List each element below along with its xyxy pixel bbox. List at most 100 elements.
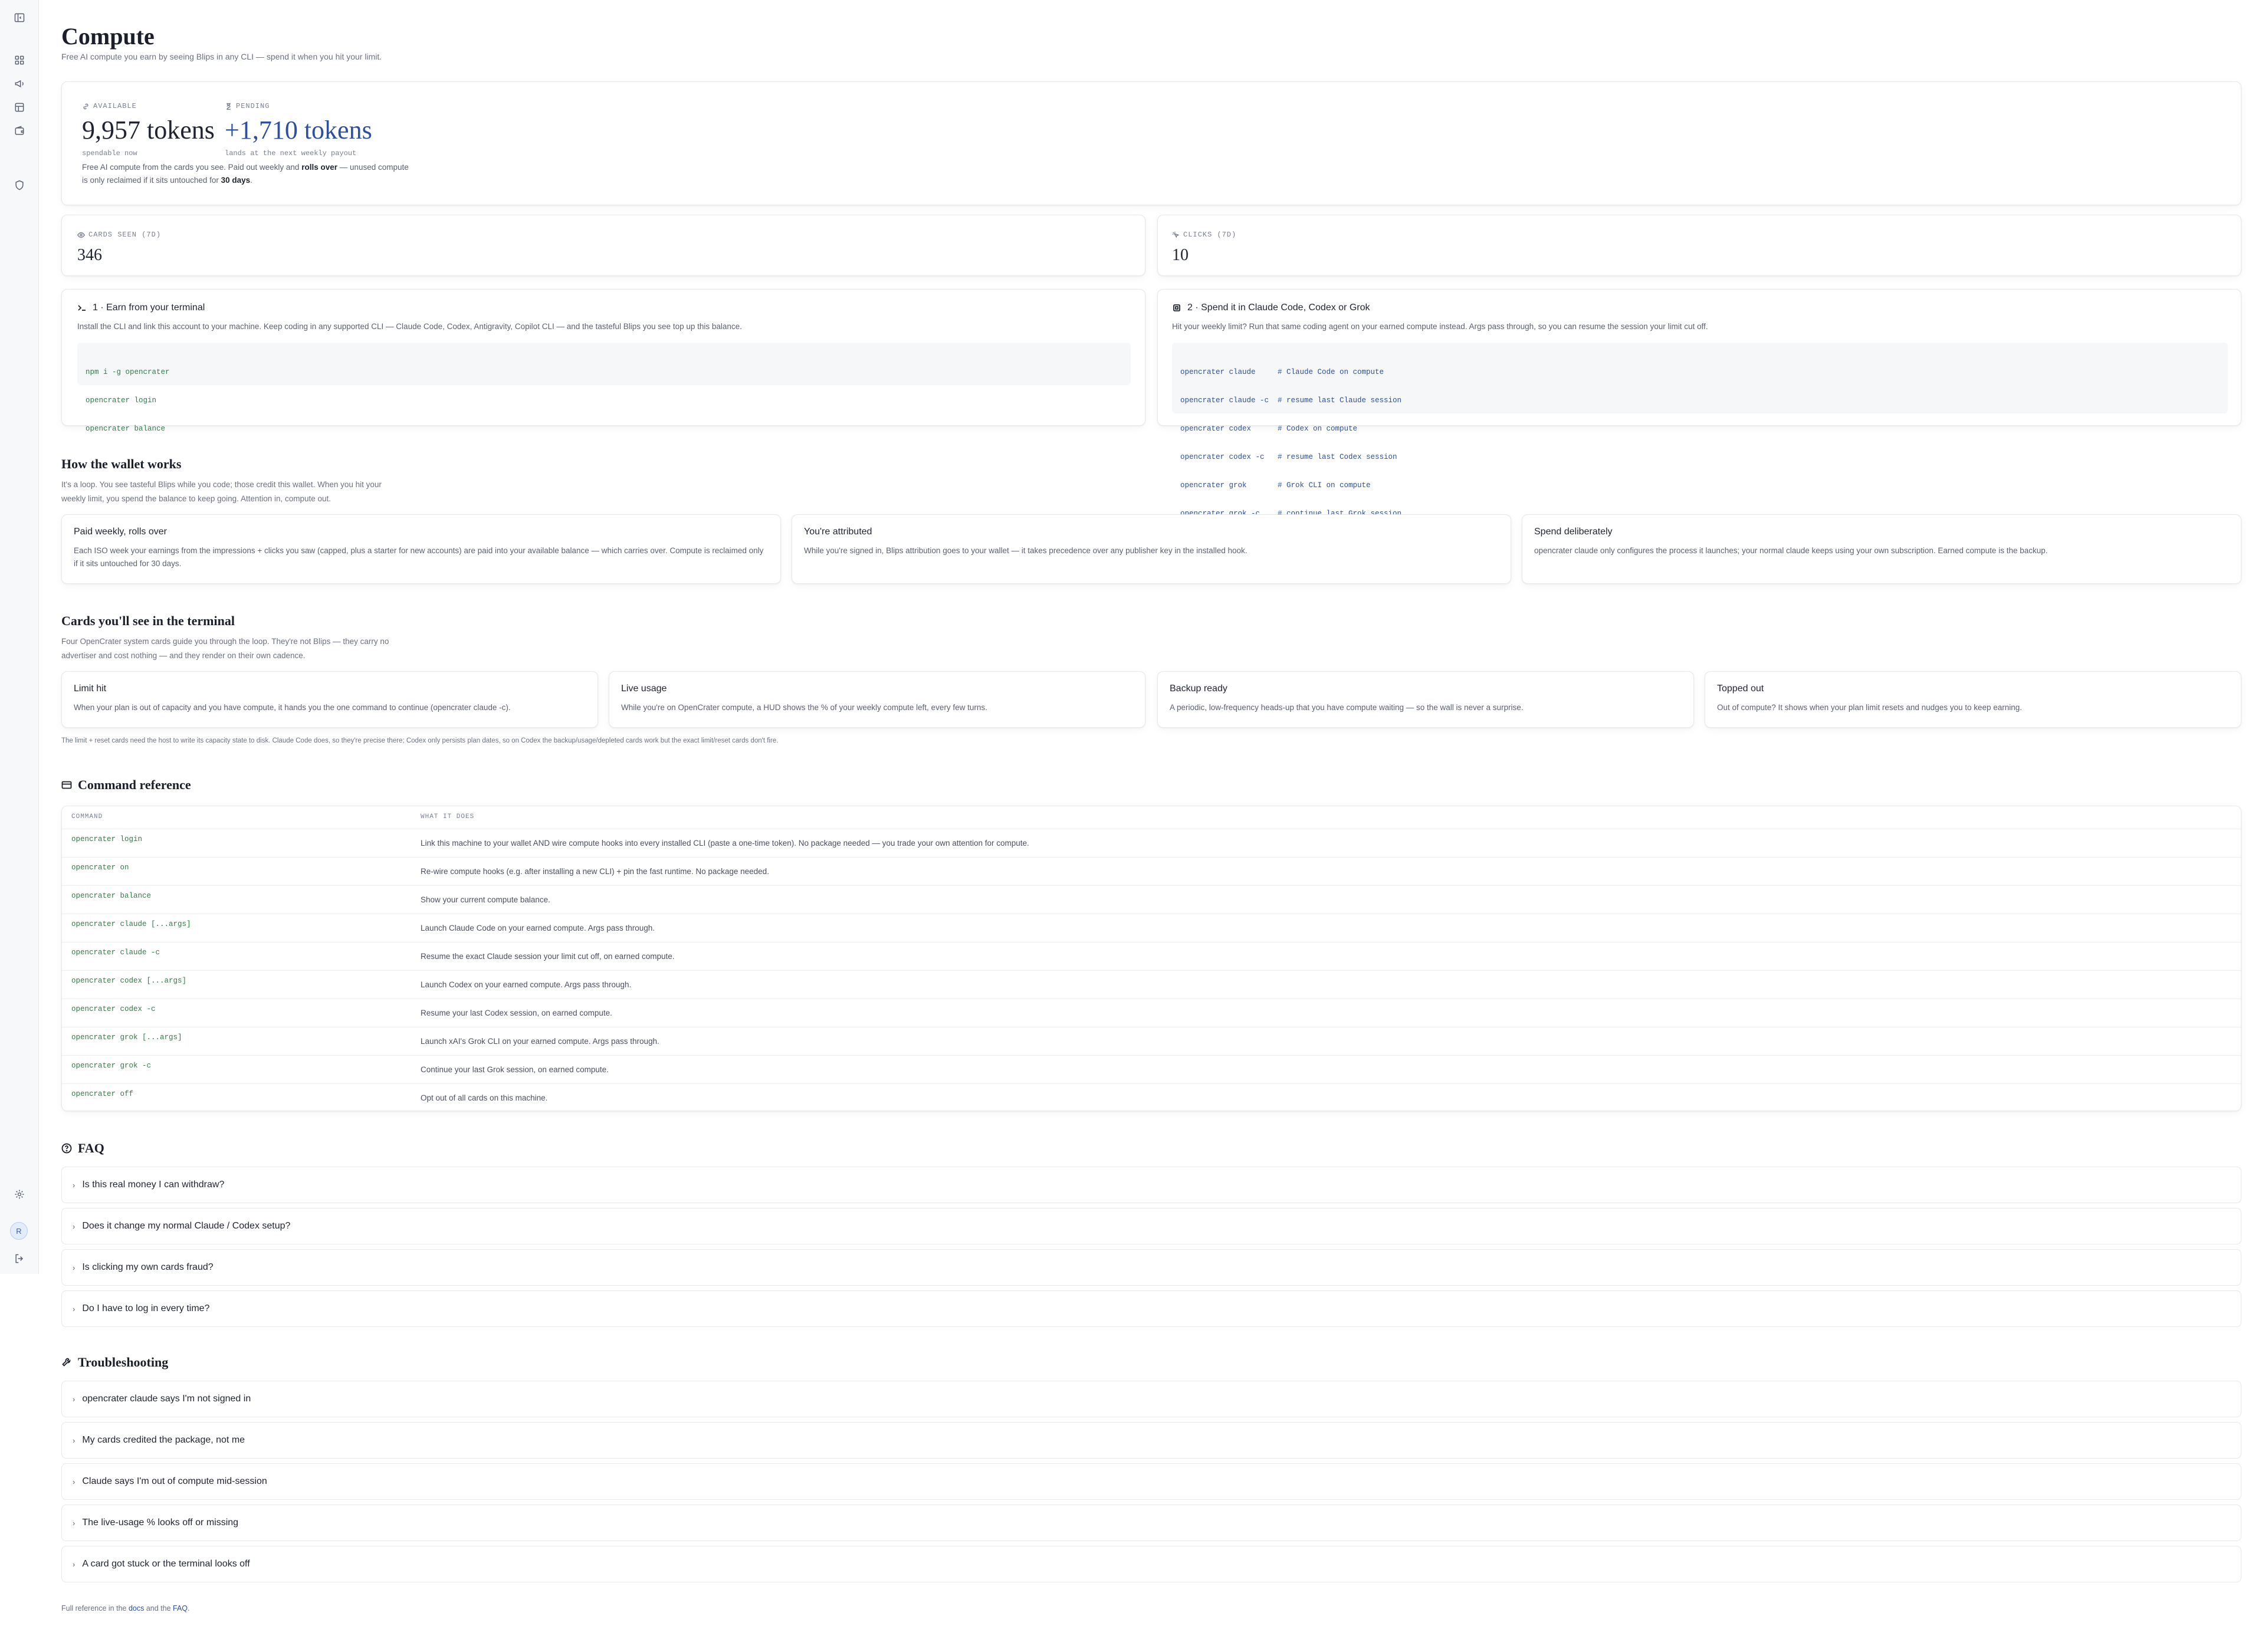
chevron-right-icon: › xyxy=(73,1394,76,1404)
pending-value: +1,710 tokens xyxy=(225,116,372,144)
eye-icon xyxy=(77,232,85,238)
available-label: AVAILABLE xyxy=(82,102,215,110)
table-row: opencrater codex -c Resume your last Cod… xyxy=(62,999,2241,1027)
table-row: opencrater codex [...args] Launch Codex … xyxy=(62,970,2241,999)
sidebar: R xyxy=(0,0,39,1274)
wallet-card-attributed: You're attributed While you're signed in… xyxy=(792,514,1511,584)
col-header-desc: WHAT IT DOES xyxy=(421,813,475,820)
balance-description: Free AI compute from the cards you see. … xyxy=(82,163,409,185)
link-icon xyxy=(83,103,88,109)
terminal-cards-section-title: Cards you'll see in the terminal xyxy=(61,613,235,628)
chevron-right-icon: › xyxy=(73,1304,76,1313)
logout-icon[interactable] xyxy=(12,1252,27,1266)
command-cell: opencrater codex -c xyxy=(71,1005,156,1013)
desc-cell: Launch xAI's Grok CLI on your earned com… xyxy=(421,1037,659,1046)
available-note: spendable now xyxy=(82,149,137,157)
credit-card-icon xyxy=(61,781,72,789)
cards-seen-label: CARDS SEEN (7D) xyxy=(77,231,161,239)
table-row: opencrater grok -c Continue your last Gr… xyxy=(62,1055,2241,1083)
avatar[interactable]: R xyxy=(10,1222,28,1240)
command-cell: opencrater claude -c xyxy=(71,948,160,957)
command-cell: opencrater grok -c xyxy=(71,1062,152,1070)
wallet-card-desc: opencrater claude only configures the pr… xyxy=(1534,546,2048,555)
step-card-spend: 2 · Spend it in Claude Code, Codex or Gr… xyxy=(1157,289,2241,518)
faq-item[interactable]: › Is clicking my own cards fraud? xyxy=(61,1249,2241,1286)
code-line: opencrater grok # Grok CLI on compute xyxy=(1180,481,1371,490)
pending-block: PENDING +1,710 tokens lands at the next … xyxy=(225,102,372,157)
chevron-right-icon: › xyxy=(73,1221,76,1231)
step-spend-title: 2 · Spend it in Claude Code, Codex or Gr… xyxy=(1172,303,1370,313)
commands-section-title: Command reference xyxy=(61,777,191,793)
wrench-icon xyxy=(62,1358,71,1367)
faq-item[interactable]: › Does it change my normal Claude / Codex… xyxy=(61,1208,2241,1244)
faq-item[interactable]: › Is this real money I can withdraw? xyxy=(61,1167,2241,1203)
terminal-card-desc: Out of compute? It shows when your plan … xyxy=(1717,703,2023,712)
terminal-icon xyxy=(78,305,86,311)
footer-reference: Full reference in the docs and the FAQ. xyxy=(61,1604,190,1612)
clicks-label: CLICKS (7D) xyxy=(1172,231,1236,239)
table-row: opencrater claude -c Resume the exact Cl… xyxy=(62,942,2241,970)
table-row: opencrater grok [...args] Launch xAI's G… xyxy=(62,1027,2241,1055)
wallet-card-title: Paid weekly, rolls over xyxy=(74,527,167,537)
table-row: opencrater off Opt out of all cards on t… xyxy=(62,1083,2241,1112)
terminal-cards-footnote: The limit + reset cards need the host to… xyxy=(61,737,779,744)
step-spend-code[interactable]: opencrater claude # Claude Code on compu… xyxy=(1172,343,2228,518)
docs-link[interactable]: docs xyxy=(129,1604,144,1612)
dashboard-icon[interactable] xyxy=(12,53,27,67)
wallet-card-spend-deliberately: Spend deliberately opencrater claude onl… xyxy=(1522,514,2241,584)
code-line: opencrater codex -c # resume last Codex … xyxy=(1180,453,1397,461)
wallet-card-paid-weekly: Paid weekly, rolls over Each ISO week yo… xyxy=(61,514,781,584)
command-table: COMMAND WHAT IT DOES opencrater login Li… xyxy=(61,806,2241,1111)
cards-seen-value: 346 xyxy=(77,246,102,264)
terminal-card-desc: A periodic, low-frequency heads-up that … xyxy=(1170,703,1524,712)
clicks-value: 10 xyxy=(1172,246,1189,264)
step-earn-code[interactable]: npm i -g opencrater opencrater login ope… xyxy=(77,343,1131,433)
wallet-card-desc: While you're signed in, Blips attributio… xyxy=(804,546,1248,555)
wallet-card-title: You're attributed xyxy=(804,527,872,537)
help-circle-icon xyxy=(61,1143,72,1154)
shield-icon[interactable] xyxy=(12,178,27,192)
chevron-right-icon: › xyxy=(73,1559,76,1569)
pending-label: PENDING xyxy=(225,102,372,110)
table-row: opencrater on Re-wire compute hooks (e.g… xyxy=(62,857,2241,885)
wallet-icon[interactable] xyxy=(12,124,27,138)
chevron-right-icon: › xyxy=(73,1518,76,1528)
command-cell: opencrater off xyxy=(71,1090,134,1098)
cpu-icon xyxy=(1173,304,1180,311)
terminal-card-backup-ready: Backup ready A periodic, low-frequency h… xyxy=(1157,671,1694,728)
page-subtitle: Free AI compute you earn by seeing Blips… xyxy=(61,52,382,61)
faq-section-title: FAQ xyxy=(61,1141,104,1156)
terminal-card-title: Live usage xyxy=(621,684,667,694)
sidebar-toggle-icon[interactable] xyxy=(12,11,27,25)
table-row: opencrater login Link this machine to yo… xyxy=(62,829,2241,857)
hourglass-icon xyxy=(226,103,231,110)
code-line: opencrater codex # Codex on compute xyxy=(1180,425,1358,433)
available-value: 9,957 tokens xyxy=(82,116,215,144)
wallet-card-desc: Each ISO week your earnings from the imp… xyxy=(74,546,764,568)
troubleshooting-item[interactable]: › Claude says I'm out of compute mid-sess… xyxy=(61,1463,2241,1500)
terminal-card-title: Limit hit xyxy=(74,684,107,694)
code-line: opencrater login xyxy=(86,396,157,405)
gear-icon[interactable] xyxy=(12,1187,27,1201)
wallet-card-title: Spend deliberately xyxy=(1534,527,1613,537)
troubleshooting-item[interactable]: › opencrater claude says I'm not signed i… xyxy=(61,1381,2241,1417)
chevron-right-icon: › xyxy=(73,1477,76,1486)
troubleshooting-item[interactable]: › My cards credited the package, not me xyxy=(61,1422,2241,1459)
desc-cell: Launch Claude Code on your earned comput… xyxy=(421,924,655,932)
terminal-card-title: Backup ready xyxy=(1170,684,1227,694)
faq-link[interactable]: FAQ xyxy=(173,1604,188,1612)
chevron-right-icon: › xyxy=(73,1263,76,1272)
table-icon[interactable] xyxy=(12,100,27,114)
code-line: opencrater balance xyxy=(86,425,166,433)
troubleshooting-item[interactable]: › The live-usage % looks off or missing xyxy=(61,1505,2241,1541)
terminal-cards-section-desc: Four OpenCrater system cards guide you t… xyxy=(61,637,389,660)
step-earn-desc: Install the CLI and link this account to… xyxy=(77,322,742,331)
megaphone-icon[interactable] xyxy=(12,77,27,91)
terminal-card-title: Topped out xyxy=(1717,684,1764,694)
troubleshooting-item[interactable]: › A card got stuck or the terminal looks … xyxy=(61,1546,2241,1582)
code-line: npm i -g opencrater xyxy=(86,368,170,376)
command-cell: opencrater claude [...args] xyxy=(71,920,191,928)
faq-item[interactable]: › Do I have to log in every time? xyxy=(61,1290,2241,1327)
command-cell: opencrater on xyxy=(71,863,129,872)
step-spend-desc: Hit your weekly limit? Run that same cod… xyxy=(1172,322,1708,331)
